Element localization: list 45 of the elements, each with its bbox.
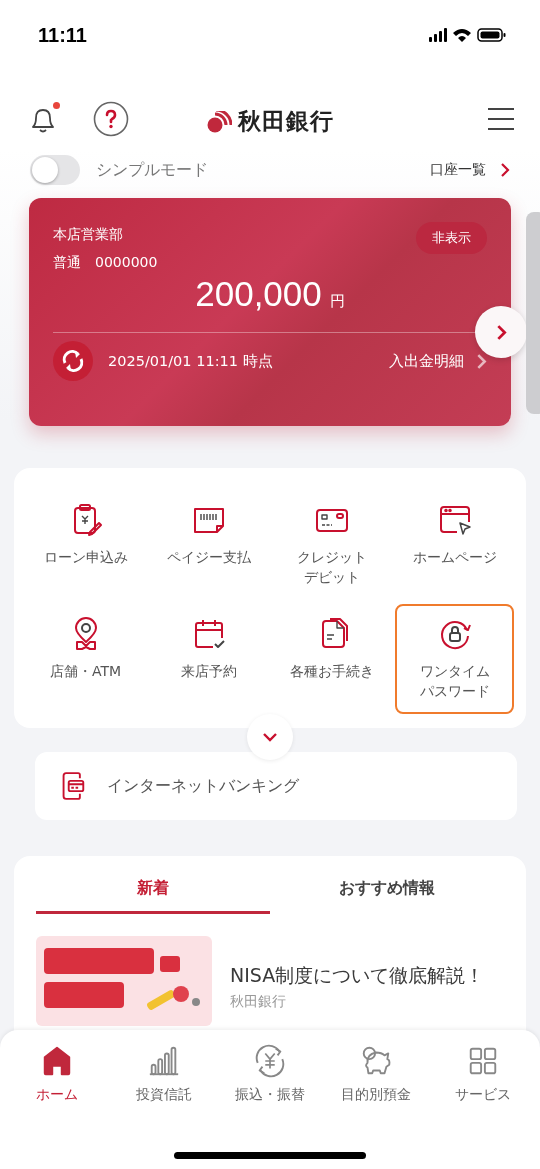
nav-tab[interactable]: 振込・振替 <box>216 1044 324 1104</box>
menu-item[interactable]: ローン申込み <box>26 490 145 600</box>
account-number: 0000000 <box>95 254 158 272</box>
menu-item[interactable]: 来店予約 <box>149 604 268 714</box>
internet-banking-button[interactable]: インターネットバンキング <box>35 752 517 820</box>
balance-amount: 200,000 <box>195 274 322 314</box>
chevron-icon <box>262 732 278 742</box>
menu-item[interactable]: クレジット デビット <box>272 490 391 600</box>
menu-icon[interactable] <box>488 108 514 130</box>
next-card-button[interactable] <box>475 306 527 358</box>
battery-icon <box>477 28 506 42</box>
logo-icon <box>206 110 232 133</box>
news-tab[interactable]: おすすめ情報 <box>270 866 504 914</box>
chevron-icon <box>476 352 487 370</box>
currency-unit: 円 <box>329 292 345 311</box>
status-time: 11:11 <box>38 23 87 47</box>
toggle-switch[interactable] <box>30 155 80 185</box>
toggle-label: シンプルモード <box>96 159 208 181</box>
nav-tab[interactable]: 目的別預金 <box>323 1044 430 1104</box>
logo-text: 秋田銀行 <box>238 107 334 136</box>
menu-item[interactable]: ペイジー支払 <box>149 490 268 600</box>
wifi-icon <box>453 27 471 43</box>
nav-tab[interactable]: 投資信託 <box>110 1044 217 1104</box>
balance-timestamp: 2025/01/01 11:11 時点 <box>108 351 273 371</box>
news-tab[interactable]: 新着 <box>36 866 270 914</box>
account-list-link[interactable]: 口座一覧 <box>430 161 510 179</box>
news-title[interactable]: NISA制度について徹底解説！ <box>230 963 485 989</box>
nav-tab[interactable]: サービス <box>429 1044 537 1104</box>
menu-item[interactable]: 店舗・ATM <box>26 604 145 714</box>
chevron-icon <box>500 162 510 178</box>
yen-arrows-icon <box>253 1044 287 1078</box>
menu-item[interactable]: ワンタイム パスワード <box>395 604 514 714</box>
menu-item[interactable]: ホームページ <box>395 490 514 600</box>
branch-name: 本店営業部 <box>53 226 124 244</box>
phone-card-icon <box>61 771 85 801</box>
menu-item[interactable]: 各種お手続き <box>272 604 391 714</box>
help-icon[interactable] <box>93 101 129 137</box>
hide-button[interactable]: 非表示 <box>416 222 487 254</box>
chevron-icon <box>495 323 507 341</box>
account-type: 普通 <box>53 254 81 272</box>
refresh-icon[interactable] <box>53 341 93 381</box>
signal-icon <box>429 27 447 43</box>
statement-link[interactable]: 入出金明細 <box>389 351 487 371</box>
nav-tab[interactable]: ホーム <box>4 1044 111 1104</box>
news-source: 秋田銀行 <box>230 993 287 1011</box>
